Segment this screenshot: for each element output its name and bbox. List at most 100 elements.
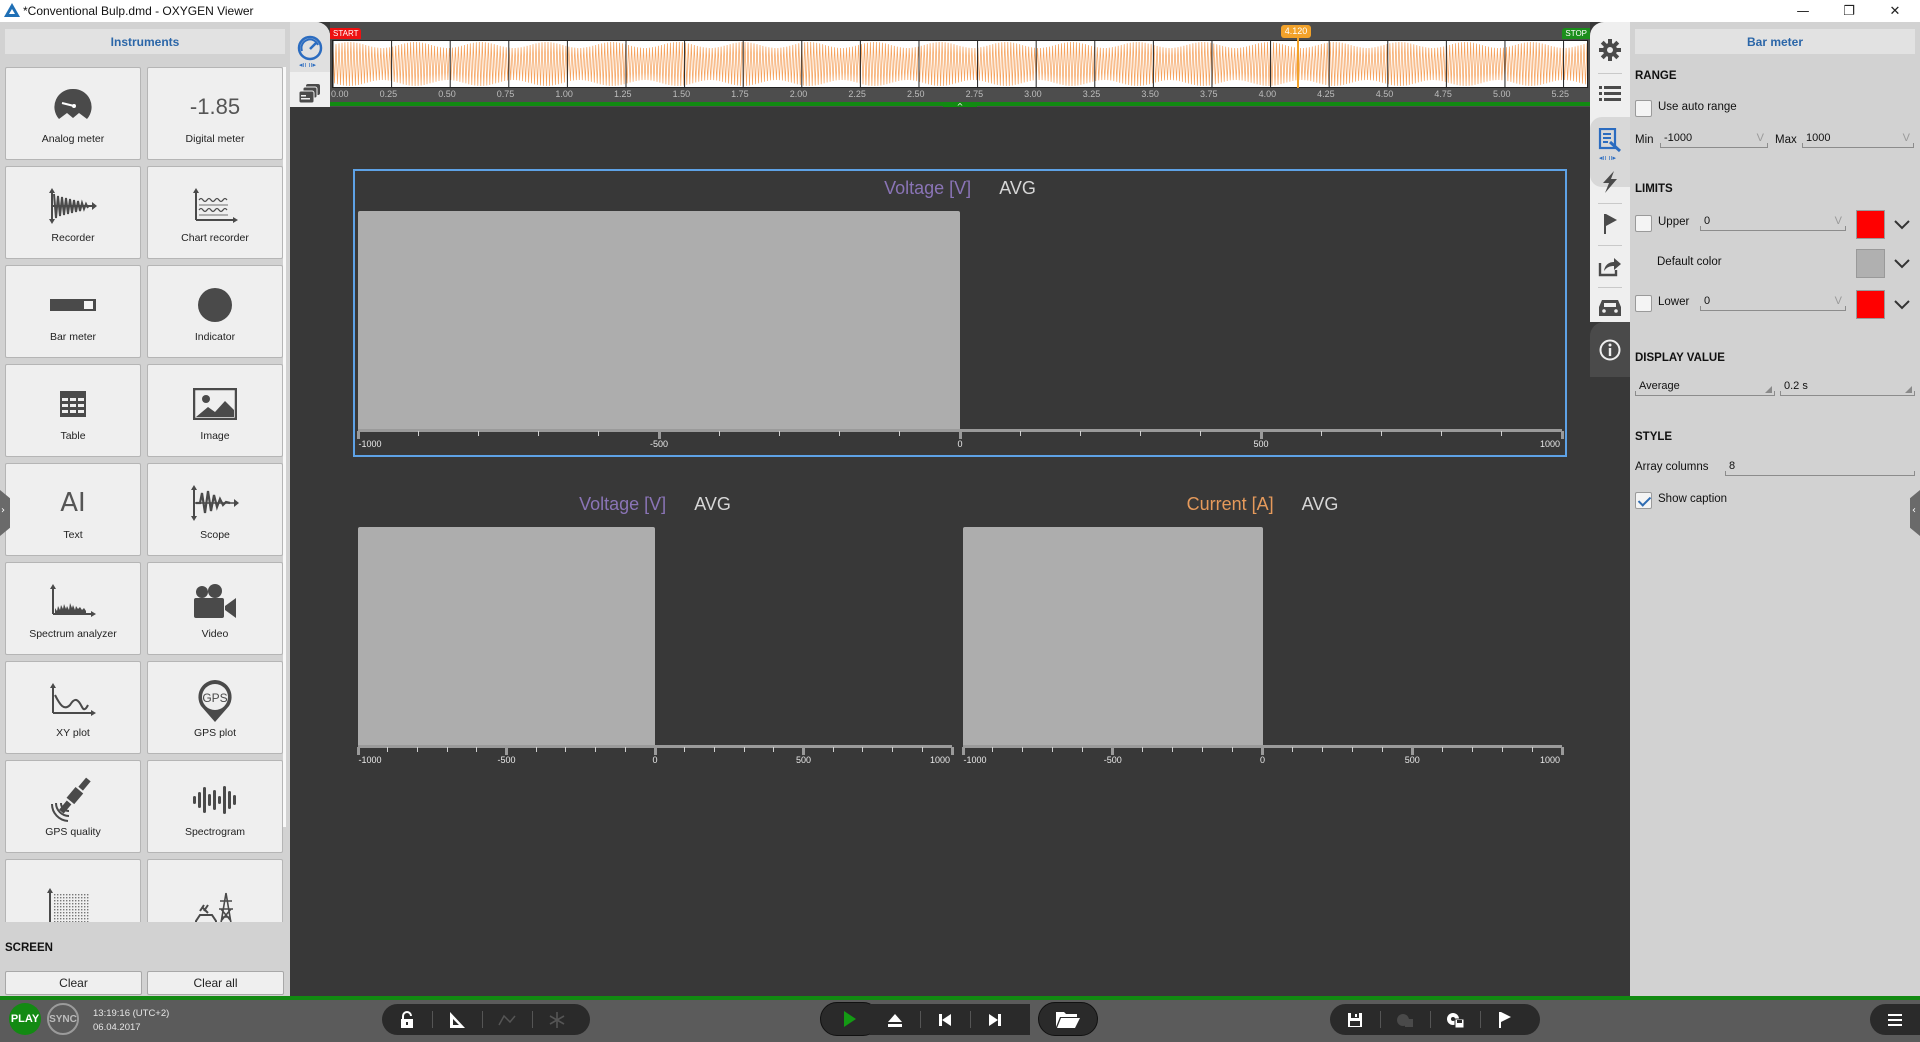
instrument-gps-plot[interactable]: GPS GPS plot (147, 661, 283, 754)
play-mode-button[interactable]: PLAY (9, 1003, 41, 1035)
instrument-spectrogram[interactable]: Spectrogram (147, 760, 283, 853)
cursor-position-label[interactable]: 4.120 (1280, 25, 1312, 38)
display-interval-select[interactable]: 0.2 s (1780, 380, 1915, 396)
timeline-tick-label: 2.25 (848, 89, 866, 99)
stop-marker[interactable]: STOP (1562, 28, 1590, 39)
lower-limit-checkbox[interactable] (1635, 295, 1652, 312)
instrument-xy-plot[interactable]: XY plot (5, 661, 141, 754)
bar-meter-2[interactable]: Voltage [V] AVG -1000 -500 0 500 1000 (355, 489, 955, 789)
axis-minor-tick (446, 747, 448, 752)
instrument-digital-meter[interactable]: -1.85 Digital meter (147, 67, 283, 160)
instrument-text[interactable]: AI Text (5, 463, 141, 556)
show-caption-checkbox[interactable] (1635, 492, 1652, 509)
curve-tool-button[interactable] (482, 1004, 532, 1035)
freeze-button[interactable] (532, 1004, 582, 1035)
bar-meter-caption: Voltage [V] AVG (355, 494, 955, 515)
save-setup-button[interactable] (1430, 1004, 1480, 1035)
export-tab[interactable] (1590, 246, 1630, 286)
min-input[interactable]: -1000 V (1660, 132, 1768, 148)
axis-tick-label: -500 (649, 439, 669, 449)
instrument-chart-recorder[interactable]: Chart recorder (147, 166, 283, 259)
sync-button[interactable]: SYNC (47, 1003, 79, 1035)
clear-all-button[interactable]: Clear all (147, 971, 284, 995)
lower-limit-color-swatch[interactable] (1856, 290, 1885, 319)
axis-minor-tick (624, 747, 626, 752)
default-color-swatch[interactable] (1856, 249, 1885, 278)
add-marker-button[interactable] (1480, 1004, 1530, 1035)
info-tab[interactable] (1590, 330, 1630, 370)
max-input[interactable]: 1000 V (1802, 132, 1914, 148)
upper-limit-checkbox[interactable] (1635, 215, 1652, 232)
eject-button[interactable] (870, 1004, 920, 1035)
save-button[interactable] (1330, 1004, 1380, 1035)
bar-meter-1[interactable]: Voltage [V] AVG -1000 -500 0 500 1000 (353, 169, 1567, 457)
instrument-gps-quality[interactable]: GPS quality (5, 760, 141, 853)
upper-limit-input[interactable]: 0V (1700, 215, 1846, 231)
axis-minor-tick (713, 747, 715, 752)
list-icon (1599, 86, 1621, 101)
min-label: Min (1635, 134, 1654, 146)
instrument-indicator[interactable]: Indicator (147, 265, 283, 358)
power-ev-icon (185, 891, 245, 922)
save-settings-disabled-button[interactable] (1380, 1004, 1430, 1035)
timeline-waveform[interactable] (332, 40, 1588, 88)
timeline-overview[interactable]: START STOP 4.120 0.00 0.25 0.50 0.75 1.00 1.2… (330, 22, 1590, 111)
default-color-dropdown[interactable] (1894, 256, 1910, 272)
start-marker[interactable]: START (330, 28, 362, 39)
minimize-button[interactable]: — (1780, 0, 1826, 22)
axis-tick-label: 1000 (1539, 755, 1561, 765)
instrument-bar-meter[interactable]: Bar meter (5, 265, 141, 358)
upper-limit-color-swatch[interactable] (1856, 210, 1885, 239)
axis-minor-tick (595, 747, 597, 752)
status-bar: PLAY SYNC 13:19:16 (UTC+2) 06.04.2017 (0, 996, 1920, 1042)
instrument-grid-scrollbar[interactable] (283, 67, 286, 827)
lower-color-dropdown[interactable] (1894, 297, 1910, 313)
restore-button[interactable]: ❐ (1826, 0, 1872, 22)
axis-major-tick (1259, 431, 1263, 439)
lock-button[interactable] (382, 1004, 432, 1035)
channel-list-tab[interactable] (1590, 74, 1630, 114)
measure-button[interactable] (432, 1004, 482, 1035)
markers-tab[interactable] (1590, 204, 1630, 244)
previous-button[interactable] (920, 1004, 970, 1035)
display-mode-select[interactable]: Average (1635, 380, 1775, 396)
axis-minor-tick (1232, 747, 1234, 752)
channel-name: Voltage [V] (579, 494, 667, 514)
auto-range-checkbox[interactable] (1635, 100, 1652, 117)
timeline-cursor[interactable] (1296, 38, 1299, 88)
settings-tab[interactable] (1590, 30, 1630, 70)
upper-color-dropdown[interactable] (1894, 217, 1910, 233)
bar-meter-icon (43, 285, 103, 325)
instrument-spectrum-analyzer[interactable]: Spectrum analyzer (5, 562, 141, 655)
skip-forward-icon (989, 1013, 1001, 1026)
skip-back-icon (939, 1013, 951, 1026)
instrument-recorder[interactable]: Recorder (5, 166, 141, 259)
axis-minor-tick (387, 747, 389, 752)
clear-screen-button[interactable]: Clear (5, 971, 142, 995)
next-button[interactable] (970, 1004, 1020, 1035)
measurement-screen[interactable]: Voltage [V] AVG -1000 -500 0 500 1000 Voltage [… (290, 107, 1630, 996)
instrument-power-ev[interactable] (147, 859, 283, 922)
text-icon: AI (43, 483, 103, 523)
play-icon (844, 1011, 856, 1027)
instrument-table[interactable]: Table (5, 364, 141, 457)
bar-meter-3[interactable]: Current [A] AVG -1000 -500 0 500 1000 (960, 489, 1565, 789)
instrument-label: Indicator (194, 331, 236, 343)
instrument-label: Image (200, 430, 230, 442)
instrument-scope[interactable]: Scope (147, 463, 283, 556)
instruments-tab[interactable]: ◂ıı ıı▸ (290, 32, 330, 72)
curve-icon (498, 1014, 516, 1025)
triggers-tab[interactable] (1590, 162, 1630, 202)
instrument-image[interactable]: Image (147, 364, 283, 457)
scope-icon (185, 483, 245, 523)
instrument-matrix-plot[interactable] (5, 859, 141, 922)
bar-fill (963, 527, 1263, 745)
close-button[interactable]: ✕ (1872, 0, 1918, 22)
vehicle-tab[interactable] (1590, 288, 1630, 328)
instrument-video[interactable]: Video (147, 562, 283, 655)
open-file-button[interactable] (1038, 1002, 1098, 1036)
lower-limit-input[interactable]: 0V (1700, 295, 1846, 311)
channel-menu-button[interactable] (1870, 1004, 1920, 1035)
array-columns-input[interactable]: 8 (1725, 460, 1915, 476)
instrument-analog-meter[interactable]: Analog meter (5, 67, 141, 160)
